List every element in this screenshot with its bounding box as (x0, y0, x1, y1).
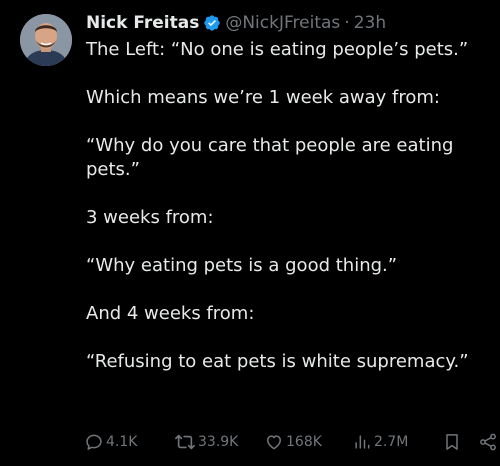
share-icon (478, 432, 498, 452)
share-button[interactable] (478, 432, 498, 452)
tweet-card[interactable]: Nick Freitas @NickJFreitas · 23h The Lef… (0, 0, 500, 466)
reply-button[interactable]: 4.1K (84, 432, 137, 452)
author-name[interactable]: Nick Freitas (86, 13, 199, 33)
tweet-text: The Left: “No one is eating people’s pet… (86, 38, 486, 374)
views-icon (352, 432, 372, 452)
reply-count: 4.1K (106, 434, 138, 450)
tweet-paragraph: Which means we’re 1 week away from: (86, 87, 440, 108)
timestamp[interactable]: 23h (354, 13, 386, 33)
tweet-header: Nick Freitas @NickJFreitas · 23h (86, 10, 386, 36)
repost-icon (174, 432, 196, 452)
tweet-paragraph: “Refusing to eat pets is white supremacy… (86, 351, 469, 372)
like-count: 168K (286, 434, 322, 450)
tweet-paragraph: 3 weeks from: (86, 207, 214, 228)
avatar[interactable] (20, 14, 72, 66)
tweet-paragraph: And 4 weeks from: (86, 303, 255, 324)
verified-badge-icon (203, 14, 221, 32)
views-button[interactable]: 2.7M (352, 432, 408, 452)
action-bar: 4.1K 33.9K 168K 2.7M (84, 428, 496, 456)
bookmark-button[interactable] (442, 432, 462, 452)
separator: · (344, 13, 350, 33)
like-icon (264, 432, 284, 452)
like-button[interactable]: 168K (264, 432, 322, 452)
author-handle[interactable]: @NickJFreitas (225, 13, 340, 33)
tweet-paragraph: The Left: “No one is eating people’s pet… (86, 39, 469, 60)
reply-icon (84, 432, 104, 452)
repost-count: 33.9K (198, 434, 239, 450)
tweet-paragraph: “Why eating pets is a good thing.” (86, 255, 398, 276)
tweet-paragraph: “Why do you care that people are eating … (86, 135, 454, 180)
repost-button[interactable]: 33.9K (174, 432, 238, 452)
views-count: 2.7M (374, 434, 409, 450)
bookmark-icon (442, 432, 462, 452)
